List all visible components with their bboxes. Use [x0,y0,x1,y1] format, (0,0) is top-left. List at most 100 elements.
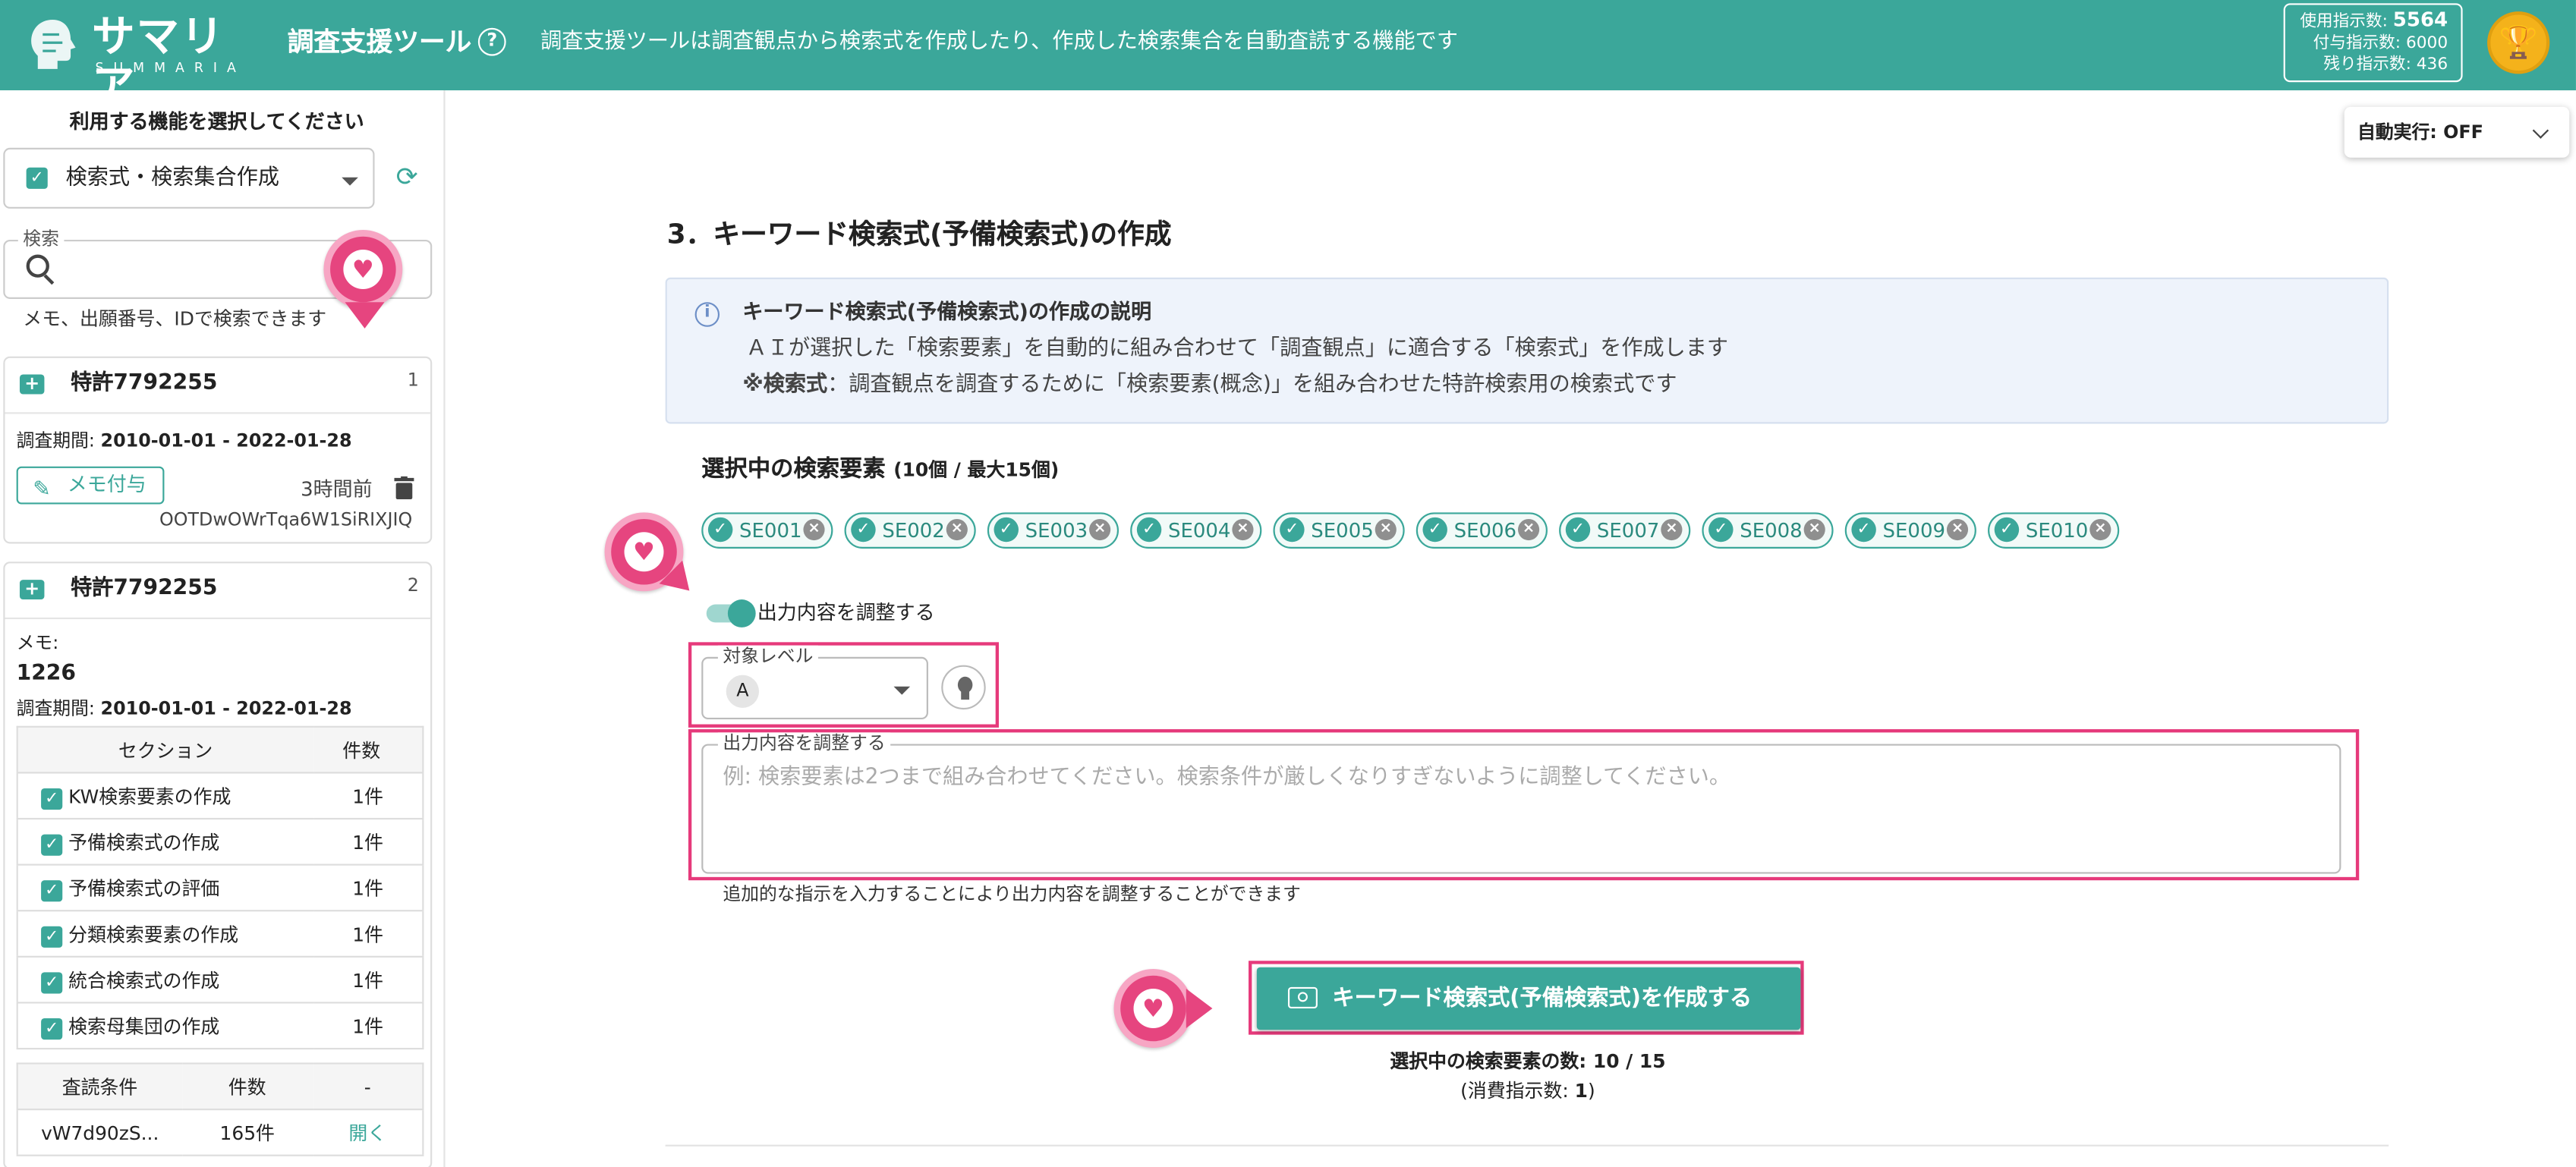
element-chip[interactable]: ✓ SE002 × [844,512,976,549]
check-icon: ✓ [1851,517,1876,543]
target-level-select[interactable]: 対象レベル A [701,645,928,720]
granted-label: 付与指示数: [2313,34,2401,53]
selected-count: 選択中の検索要素の数: 10 / 15 [1390,1049,1666,1073]
section-name: 予備検索式の評価 [68,876,220,900]
close-icon[interactable]: × [2089,518,2112,541]
element-chip[interactable]: ✓ SE006 × [1416,512,1548,549]
chip-label: SE001 [739,518,802,543]
remaining-label: 残り指示数: [2323,55,2411,74]
section-title: 3．キーワード検索式(予備検索式)の作成 [666,218,1172,250]
chevron-down-icon [2532,122,2549,139]
search-icon [26,254,49,278]
consume-value: 1 [1574,1079,1589,1103]
table-row[interactable]: ✓ 検索母集団の作成 1件 [17,1002,424,1050]
element-chip[interactable]: ✓ SE007 × [1559,512,1691,549]
selected-elements-title: 選択中の検索要素 (10個 / 最大15個) [701,453,1059,486]
table-row: vW7d90zS... 165件 開く [17,1109,424,1156]
search-legend: 検索 [17,228,65,252]
table-header: 査読条件 件数 - [17,1063,424,1111]
add-memo-button[interactable]: ✎ メモ付与 [16,466,165,505]
element-chip[interactable]: ✓ SE009 × [1844,512,1976,549]
table-row[interactable]: ✓ KW検索要素の作成 1件 [17,772,424,820]
trash-icon[interactable] [394,476,414,500]
logo-head-icon [31,19,76,69]
table-row[interactable]: ✓ 予備検索式の作成 1件 [17,819,424,866]
check-icon: ✓ [41,879,63,901]
refresh-icon[interactable]: ⟳ [396,163,418,190]
history-card[interactable]: + 特許7792255 2 メモ: 1226 調査期間: 2010-01-01 … [3,561,433,1167]
chevron-down-icon [893,686,911,695]
chevron-down-icon [342,177,358,186]
consume-prefix: (消費指示数: [1460,1079,1575,1103]
section-count: 1件 [313,956,424,1004]
check-icon: ✓ [41,1017,63,1040]
check-icon: ✓ [1422,517,1447,543]
heart-icon: ♥ [343,250,383,289]
table-row[interactable]: ✓ 分類検索要素の作成 1件 [17,911,424,958]
info-line: ＡＩが選択した「検索要素」を自動的に組み合わせて「調査観点」に適合する「検索式」… [745,336,1729,362]
period-label: 調査期間: [16,430,95,452]
element-chips: ✓ SE001 × ✓ SE002 × ✓ SE003 × ✓ SE004 × ✓ SE005 × ✓ SE00… [701,512,2147,549]
table-row[interactable]: ✓ 予備検索式の評価 1件 [17,864,424,912]
adjust-output-toggle[interactable] [706,599,756,628]
card-id: OOTDwOWrTqa6W1SiRIXJIQ [159,508,413,531]
trophy-icon[interactable]: 🏆 [2487,11,2550,74]
section-name: KW検索要素の作成 [68,784,231,807]
close-icon[interactable]: × [1661,518,1683,541]
heart-marker-icon: ♥ [323,230,403,329]
output-legend: 出力内容を調整する [717,732,891,756]
column-header: 件数 [181,1063,313,1111]
open-link[interactable]: 開く [313,1109,424,1156]
close-icon[interactable]: × [1089,518,1111,541]
review-count: 165件 [181,1109,313,1156]
close-icon[interactable]: × [1803,518,1825,541]
element-chip[interactable]: ✓ SE003 × [987,512,1120,549]
heart-icon: ♥ [1133,989,1173,1028]
info-line: ※検索式：調査観点を調査するために「検索要素(概念)」を組み合わせた特許検索用の… [742,371,1677,401]
level-value: A [726,675,759,708]
toggle-knob [727,599,756,628]
section-name: 予備検索式の作成 [68,830,220,854]
period: 調査期間: 2010-01-01 - 2022-01-28 [17,698,352,721]
toggle-label: 出力内容を調整する [757,601,935,624]
section-count: 1件 [313,1002,424,1050]
close-icon[interactable]: × [946,518,968,541]
element-chip[interactable]: ✓ SE001 × [701,512,833,549]
folder-add-icon: + [19,373,45,395]
table-header: セクション 件数 [17,726,424,774]
remaining-value: 436 [2416,55,2448,74]
info-definition: ：調査観点を調査するために「検索要素(概念)」を組み合わせた特許検索用の検索式で… [827,373,1677,398]
element-chip[interactable]: ✓ SE008 × [1702,512,1834,549]
section-name: 検索母集団の作成 [68,1014,220,1037]
function-select[interactable]: ✓ 検索式・検索集合作成 [3,147,375,209]
granted-value: 6000 [2406,34,2448,53]
close-icon[interactable]: × [1375,518,1397,541]
lightbulb-icon[interactable] [941,665,986,710]
close-icon[interactable]: × [1517,518,1540,541]
memo-value: 1226 [16,662,76,687]
output-adjust-input[interactable] [723,758,2316,857]
create-search-formula-button[interactable]: キーワード検索式(予備検索式)を作成する [1256,967,1801,1030]
close-icon[interactable]: × [803,518,825,541]
chip-label: SE003 [1025,518,1088,543]
element-chip[interactable]: ✓ SE010 × [1988,512,2120,549]
check-icon: ✓ [1565,517,1591,543]
chip-label: SE010 [2025,518,2089,543]
output-adjust-field[interactable]: 出力内容を調整する [701,732,2341,874]
element-chip[interactable]: ✓ SE005 × [1273,512,1405,549]
summaria-logo[interactable]: サマリア SUMMARIA [23,13,244,112]
close-icon[interactable]: × [1232,518,1254,541]
top-bar: サマリア SUMMARIA 調査支援ツール ? 調査支援ツールは調査観点から検索… [0,0,2576,112]
help-icon[interactable]: ? [477,27,506,56]
check-icon: ✓ [1136,517,1162,543]
table-row[interactable]: ✓ 統合検索式の作成 1件 [17,956,424,1004]
element-chip[interactable]: ✓ SE004 × [1130,512,1262,549]
auto-run-toggle[interactable]: 自動実行: OFF [2344,106,2570,158]
period-value: 2010-01-01 - 2022-01-28 [100,430,352,452]
check-icon: ✓ [1708,517,1734,543]
chip-label: SE007 [1596,518,1660,543]
history-card[interactable]: + 特許7792255 1 調査期間: 2010-01-01 - 2022-01… [3,356,433,544]
app-title: 調査支援ツール [287,26,472,58]
search-input[interactable] [64,251,361,288]
close-icon[interactable]: × [1946,518,1969,541]
